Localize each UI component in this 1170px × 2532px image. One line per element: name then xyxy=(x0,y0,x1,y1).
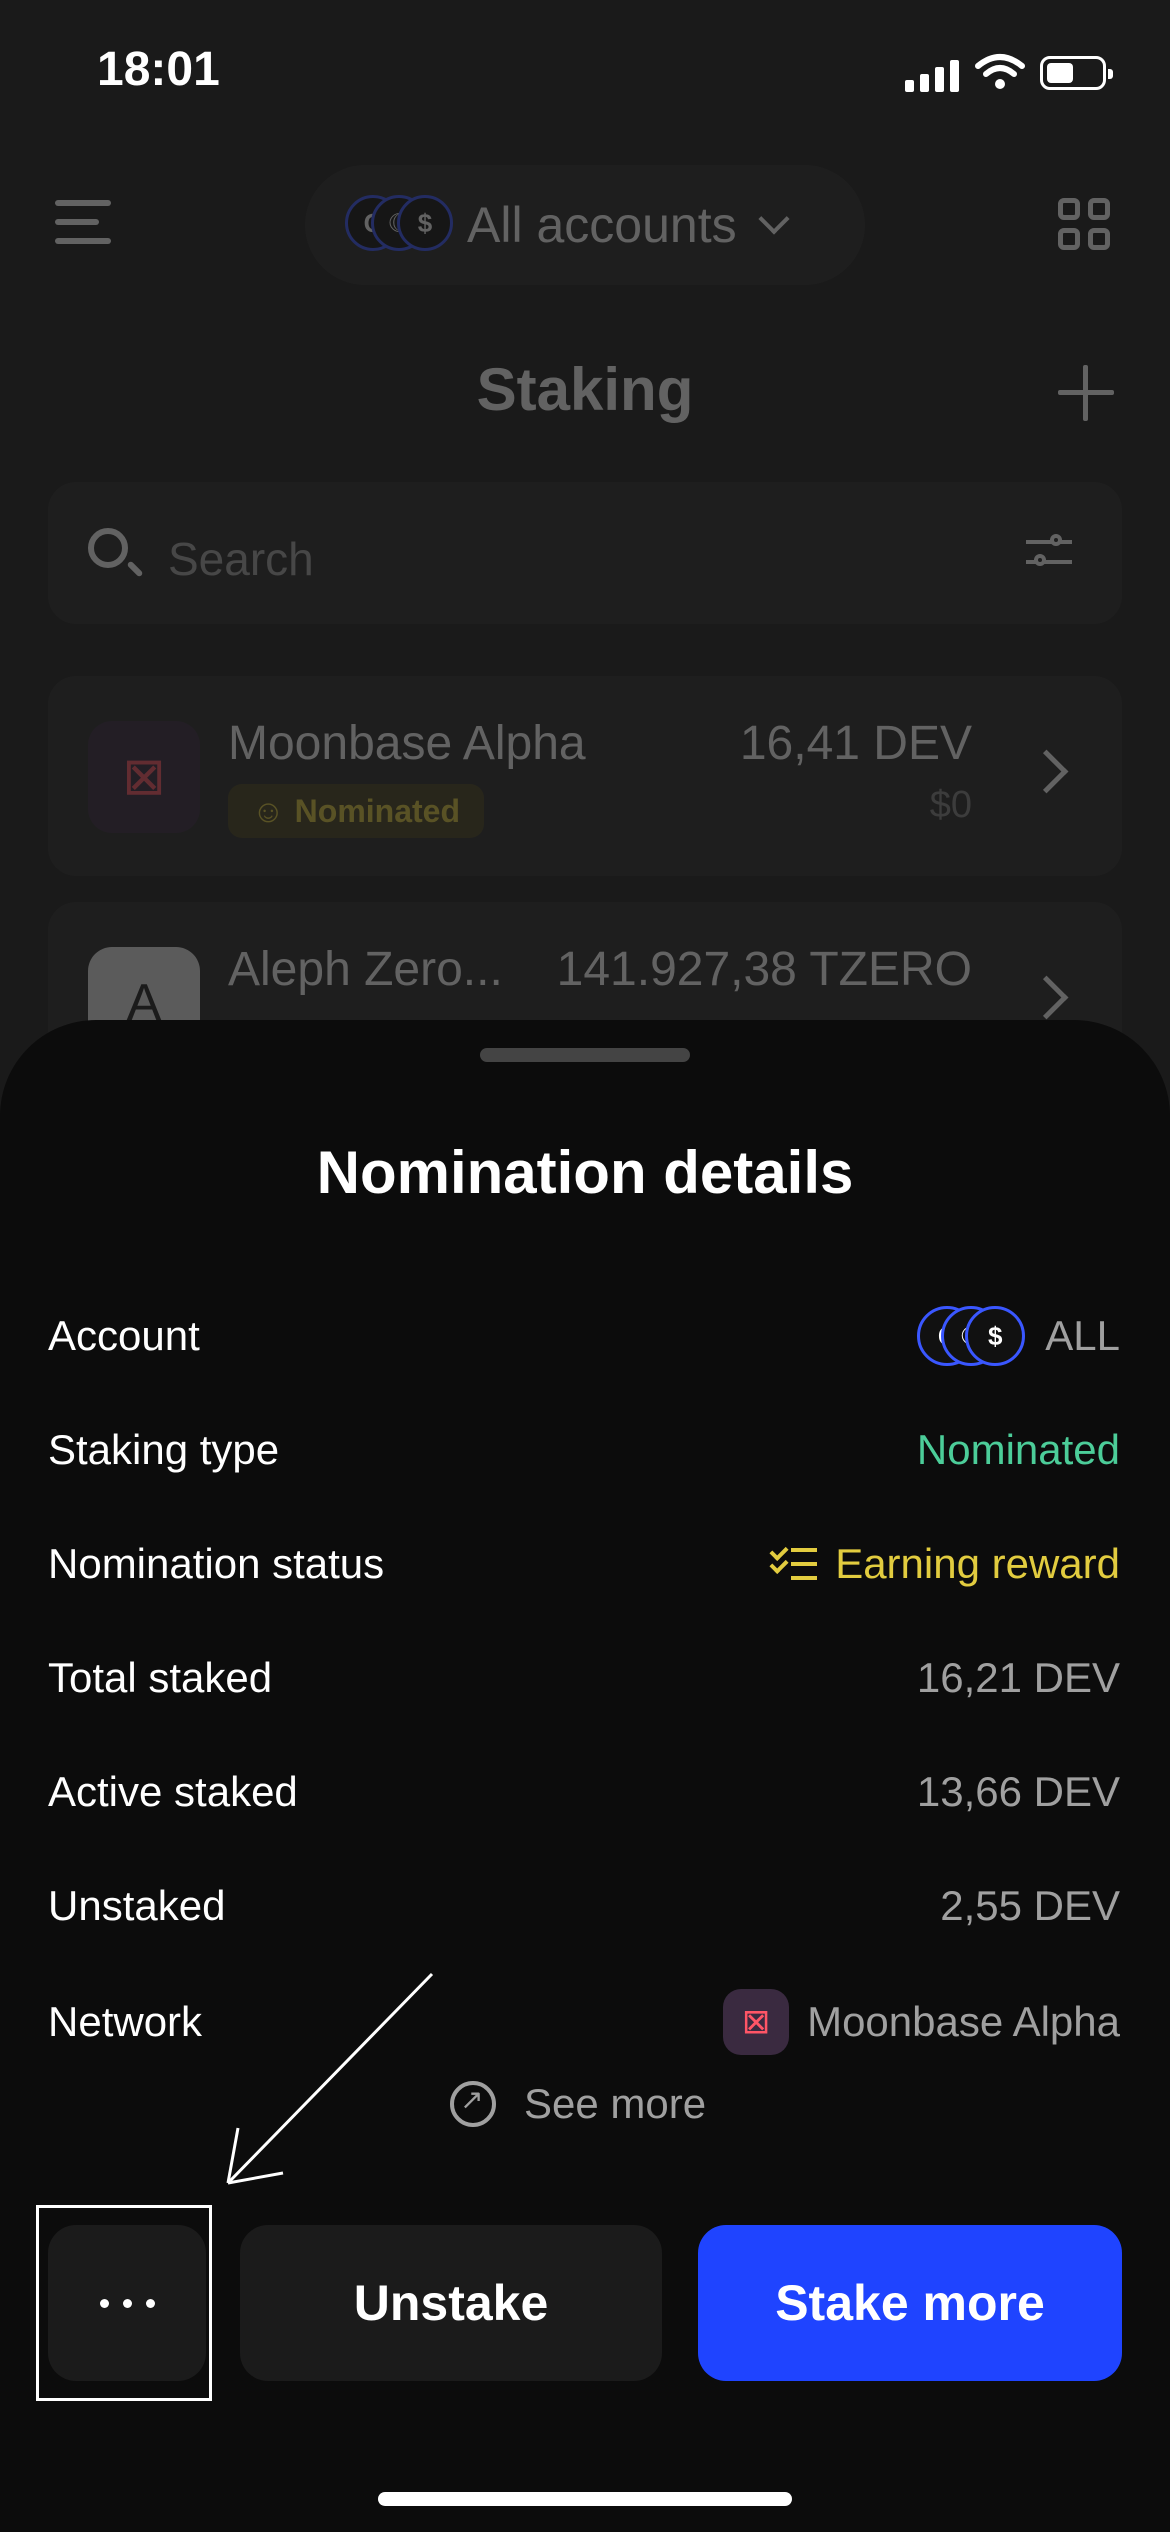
wifi-icon xyxy=(975,54,1025,89)
item-amount: 16,41 DEV xyxy=(739,717,972,770)
search-input[interactable]: Search xyxy=(48,482,1122,624)
chevron-right-icon xyxy=(1024,749,1069,794)
signal-icon xyxy=(905,58,959,92)
add-icon[interactable] xyxy=(1058,365,1114,421)
menu-icon[interactable] xyxy=(55,200,111,244)
filter-icon[interactable] xyxy=(1026,532,1072,572)
user-icon: ☺ xyxy=(252,792,285,829)
top-header: C ☾ $ All accounts xyxy=(0,150,1170,300)
item-name: Aleph Zero... xyxy=(228,943,503,996)
chevron-down-icon xyxy=(758,203,790,235)
chevron-right-icon xyxy=(1024,975,1069,1020)
status-time: 18:01 xyxy=(97,43,220,96)
avatar: $ xyxy=(397,195,453,251)
status-badge-label: Nominated xyxy=(294,792,461,829)
item-amount: 141.927,38 TZERO xyxy=(556,943,972,996)
status-badge: ☺ Nominated xyxy=(228,784,485,838)
search-placeholder: Search xyxy=(168,533,314,585)
item-name: Moonbase Alpha xyxy=(228,717,586,770)
staking-list-item[interactable]: ⊠ Moonbase Alpha ☺ Nominated 16,41 DEV $… xyxy=(48,676,1122,876)
account-selector-label: All accounts xyxy=(467,197,737,253)
page-title: Staking xyxy=(476,356,694,423)
moonbase-logo-icon: ⊠ xyxy=(88,721,200,833)
pointer-arrow-annotation xyxy=(226,1972,434,2185)
account-avatars: C ☾ $ xyxy=(345,195,455,255)
status-bar: 18:01 xyxy=(0,0,1170,150)
home-indicator xyxy=(378,2492,792,2506)
battery-icon xyxy=(1040,56,1113,90)
search-icon xyxy=(88,528,128,568)
qr-code-icon[interactable] xyxy=(1058,198,1110,250)
item-fiat: $0 xyxy=(929,784,972,826)
nomination-details-sheet: Nomination details Account C ☾ $ ALL Sta… xyxy=(0,1020,1170,2532)
account-selector[interactable]: C ☾ $ All accounts xyxy=(305,165,865,285)
